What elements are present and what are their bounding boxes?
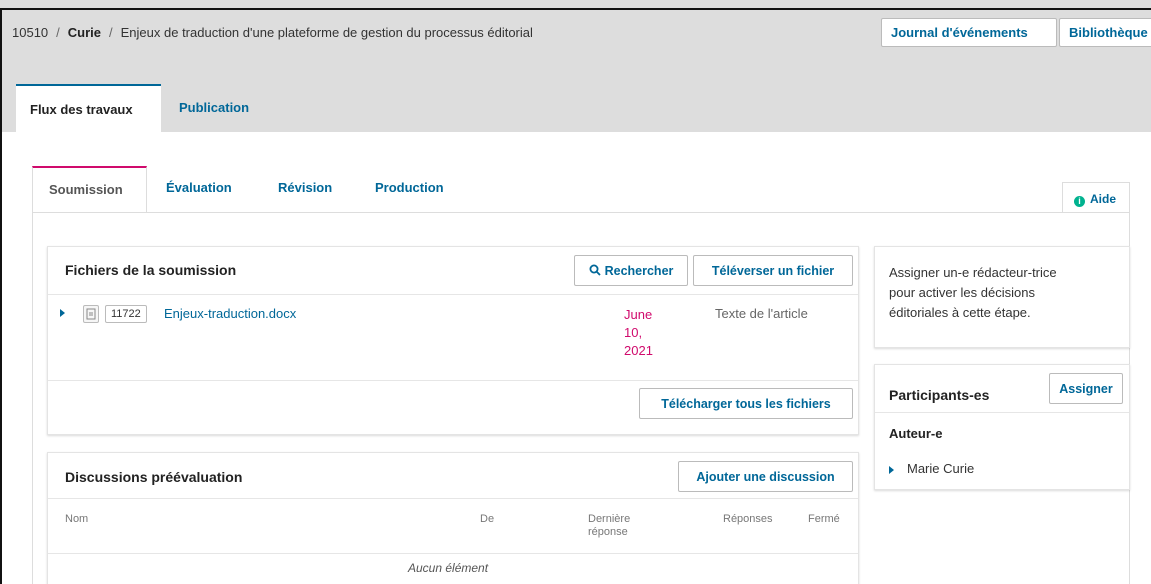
divider — [875, 412, 1129, 413]
empty-list-label: Aucun élément — [408, 561, 489, 575]
files-panel-title: Fichiers de la soumission — [65, 262, 237, 278]
role-label: Auteur-e — [889, 426, 943, 441]
breadcrumb: 10510 / Curie / Enjeux de traduction d'une p… — [12, 25, 533, 40]
event-log-button[interactable]: Journal d'événements — [881, 18, 1057, 47]
column-header-last-reply-line1: Dernière — [588, 513, 631, 525]
column-header-replies: Réponses — [723, 513, 773, 525]
search-files-button[interactable]: Rechercher — [574, 255, 688, 286]
divider — [48, 294, 858, 295]
tab-review[interactable]: Évaluation — [166, 166, 232, 212]
help-label: Aide — [1090, 192, 1117, 206]
search-files-label: Rechercher — [604, 264, 674, 278]
column-header-name: Nom — [65, 513, 89, 525]
discussions-panel: Discussions préévaluation Ajouter une di… — [47, 452, 859, 584]
expand-triangle-icon[interactable] — [889, 466, 894, 474]
file-date-day: 10, — [624, 325, 643, 340]
upload-file-button[interactable]: Téléverser un fichier — [693, 255, 853, 286]
submission-files-panel: Fichiers de la soumission Rechercher Tél… — [47, 246, 859, 435]
file-date-year: 2021 — [624, 343, 653, 358]
discussions-panel-title: Discussions préévaluation — [65, 469, 243, 485]
download-all-files-button[interactable]: Télécharger tous les fichiers — [639, 388, 853, 419]
breadcrumb-separator: / — [109, 25, 113, 40]
tab-copyediting[interactable]: Révision — [278, 166, 332, 212]
add-discussion-button[interactable]: Ajouter une discussion — [678, 461, 853, 492]
file-id-badge: 11722 — [105, 305, 147, 323]
column-header-closed: Fermé — [808, 513, 840, 525]
participant-name[interactable]: Marie Curie — [907, 459, 974, 479]
file-date: June 10, 2021 — [624, 306, 653, 360]
tab-workflow[interactable]: Flux des travaux — [16, 84, 161, 132]
column-header-last-reply: Dernière réponse — [588, 513, 630, 539]
editor-assignment-notice: Assigner un-e rédacteur-trice pour activ… — [874, 246, 1130, 348]
assign-notice-text: Assigner un-e rédacteur-trice pour activ… — [889, 263, 1057, 323]
breadcrumb-separator: / — [56, 25, 60, 40]
library-button[interactable]: Bibliothèque — [1059, 18, 1151, 47]
file-name-link[interactable]: Enjeux-traduction.docx — [164, 306, 296, 321]
assign-participant-button[interactable]: Assigner — [1049, 373, 1123, 404]
info-icon: i — [1074, 196, 1085, 207]
column-header-last-reply-line2: réponse — [588, 526, 628, 538]
divider — [48, 498, 858, 499]
submission-title: Enjeux de traduction d'une plateforme de… — [120, 25, 533, 40]
file-type: Texte de l'article — [715, 306, 808, 321]
participants-panel: Participants-es Assigner Auteur-e Marie … — [874, 364, 1130, 490]
submission-author: Curie — [67, 25, 102, 40]
file-date-month: June — [624, 307, 653, 322]
assign-notice-line: Assigner un-e rédacteur-trice — [889, 265, 1057, 280]
tab-publication[interactable]: Publication — [179, 84, 249, 132]
tab-production[interactable]: Production — [375, 166, 444, 212]
submission-id: 10510 — [12, 25, 49, 40]
assign-notice-line: éditoriales à cette étape. — [889, 305, 1031, 320]
search-icon — [589, 264, 601, 276]
assign-notice-line: pour activer les décisions — [889, 285, 1035, 300]
expand-triangle-icon[interactable] — [60, 309, 65, 317]
participants-title: Participants-es — [889, 387, 990, 403]
stage-tabs: Soumission Évaluation Révision Productio… — [32, 166, 1132, 212]
help-button[interactable]: i Aide — [1062, 182, 1130, 213]
column-header-from: De — [480, 513, 495, 525]
divider — [48, 553, 858, 554]
divider — [48, 380, 858, 381]
document-icon — [83, 305, 99, 323]
tab-submission[interactable]: Soumission — [32, 166, 147, 212]
workflow-content: Soumission Évaluation Révision Productio… — [2, 132, 1151, 584]
